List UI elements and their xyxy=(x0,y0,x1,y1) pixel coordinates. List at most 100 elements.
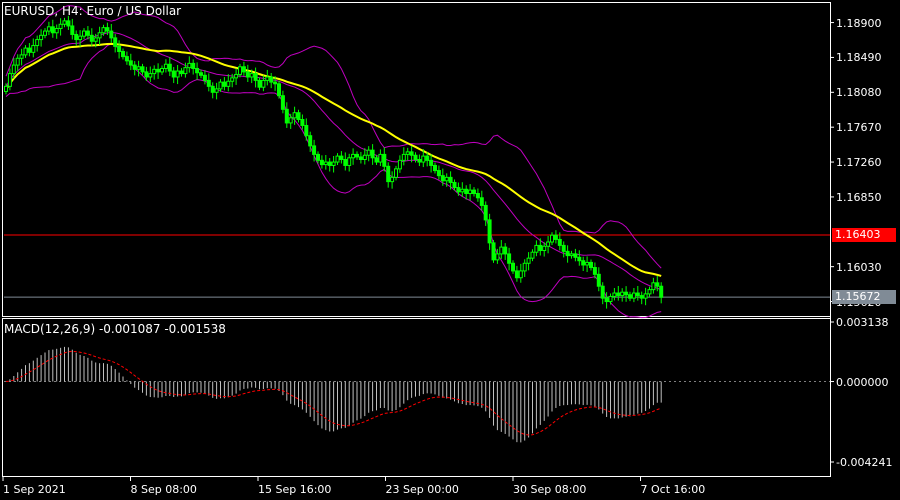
candle-body-up xyxy=(569,253,574,257)
candle xyxy=(70,18,75,40)
candle xyxy=(507,247,512,271)
candle-body-down xyxy=(109,30,114,39)
candle-body-up xyxy=(331,161,336,166)
candle xyxy=(436,165,441,180)
candle xyxy=(366,146,371,162)
candle xyxy=(546,235,551,254)
chart-canvas[interactable] xyxy=(0,0,900,500)
symbol-title: EURUSD, H4: Euro / US Dollar xyxy=(4,4,182,18)
candle-body-up xyxy=(78,35,83,41)
candle-body-down xyxy=(475,193,480,199)
candle-body-up xyxy=(612,292,617,297)
candle xyxy=(238,63,242,78)
candle-body-up xyxy=(249,73,254,78)
candle-body-up xyxy=(101,27,106,34)
candle-body-up xyxy=(366,149,371,156)
candle-body-down xyxy=(140,66,145,73)
candle-body-up xyxy=(183,67,188,75)
candle-body-down xyxy=(144,71,149,78)
candle xyxy=(624,286,629,302)
candle-body-down xyxy=(491,242,496,261)
candle xyxy=(7,68,12,91)
candle-body-down xyxy=(386,165,391,183)
candle-body-down xyxy=(128,60,133,66)
candle xyxy=(561,241,566,258)
candle xyxy=(222,77,227,91)
candle-body-down xyxy=(472,189,476,195)
candle xyxy=(659,282,664,304)
candle xyxy=(300,114,305,130)
candle-body-down xyxy=(27,47,32,53)
candle xyxy=(117,40,122,59)
candle xyxy=(394,165,398,181)
candle-body-down xyxy=(199,72,203,76)
candle-body-down xyxy=(507,253,512,264)
candle-body-up xyxy=(397,159,402,170)
candle-body-down xyxy=(487,219,492,244)
candle xyxy=(323,154,328,170)
candle xyxy=(296,109,301,123)
candle-body-down xyxy=(339,155,344,160)
candle-body-down xyxy=(253,73,258,81)
candle xyxy=(97,26,102,45)
candle-body-down xyxy=(448,176,453,183)
candle-body-up xyxy=(35,39,40,47)
candle-body-down xyxy=(358,156,363,160)
candle xyxy=(386,162,391,188)
candle xyxy=(577,250,582,266)
candle xyxy=(210,82,215,99)
candle-body-down xyxy=(269,76,274,83)
candle xyxy=(15,54,20,72)
candle-body-down xyxy=(628,294,632,299)
time-tick-label: 30 Sep 08:00 xyxy=(513,483,587,496)
candle-body-up xyxy=(499,246,504,255)
candle-body-down xyxy=(433,164,437,172)
candle xyxy=(43,28,47,39)
candle-body-down xyxy=(577,256,582,262)
candle-body-up xyxy=(390,176,395,183)
candle xyxy=(401,147,406,166)
candle xyxy=(631,288,636,303)
candle xyxy=(589,259,593,271)
candle xyxy=(253,67,258,88)
candle-body-up xyxy=(152,68,157,75)
candle-body-down xyxy=(452,181,457,189)
candle xyxy=(499,240,504,259)
candle xyxy=(46,21,51,36)
candle-body-up xyxy=(585,261,590,266)
candle xyxy=(358,151,363,164)
candle-body-down xyxy=(355,153,359,158)
candle xyxy=(620,288,625,302)
candle-body-up xyxy=(401,153,406,161)
candle xyxy=(487,213,492,250)
candle-body-up xyxy=(7,73,12,87)
candle xyxy=(405,147,410,161)
candle-body-down xyxy=(316,153,320,161)
macd-tick-label: 0.000000 xyxy=(836,375,889,389)
candle xyxy=(50,19,55,38)
candle-body-down xyxy=(156,68,161,73)
candle xyxy=(269,72,274,89)
candle-body-down xyxy=(245,71,250,78)
candle xyxy=(335,153,340,166)
candle xyxy=(417,154,422,167)
candle-body-down xyxy=(89,34,94,42)
candle xyxy=(23,45,28,58)
candle xyxy=(616,285,621,301)
candle-body-down xyxy=(284,108,289,124)
candle xyxy=(635,285,640,301)
candle xyxy=(128,53,133,71)
candle-body-up xyxy=(550,234,554,243)
candle-body-down xyxy=(179,70,184,75)
candle xyxy=(370,144,375,165)
candle xyxy=(156,63,161,79)
candle-body-up xyxy=(148,73,153,78)
candle xyxy=(628,291,632,302)
candle xyxy=(187,56,192,73)
candle-body-up xyxy=(394,168,398,178)
candle-body-down xyxy=(655,282,660,287)
candle-body-up xyxy=(238,66,242,75)
candle-body-up xyxy=(11,64,16,75)
candle xyxy=(202,70,207,85)
candle xyxy=(136,60,141,77)
